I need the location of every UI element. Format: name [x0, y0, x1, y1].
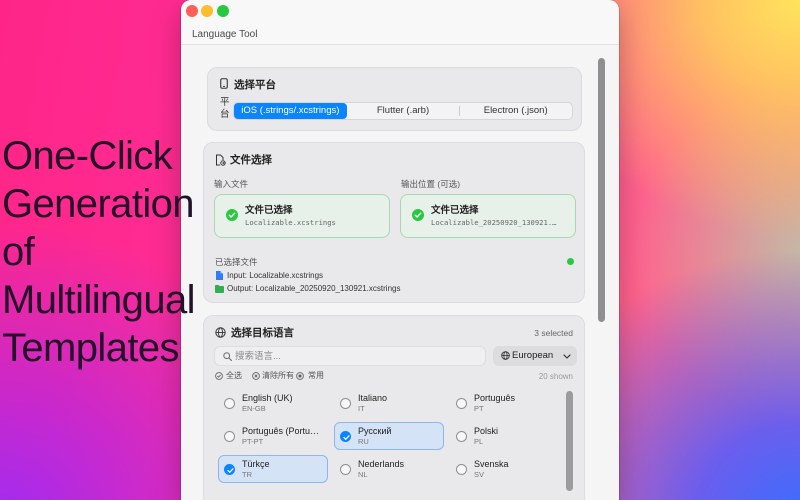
- segment-ios[interactable]: iOS (.strings/.xcstrings): [234, 103, 347, 119]
- check-circle-outline-icon: [215, 372, 223, 380]
- check-circle-icon: [226, 209, 238, 221]
- language-code: PT-PT: [242, 436, 264, 446]
- input-file-label: 输入文件: [214, 179, 249, 189]
- selected-files-label: 已选择文件: [215, 257, 258, 267]
- target-languages-card: 选择目标语言 3 selected European 全选 清除所有: [203, 315, 585, 500]
- hero-line: Generation: [2, 182, 195, 226]
- selected-count: 3 selected: [534, 328, 573, 338]
- language-item[interactable]: English (UK) EN-GB: [218, 389, 328, 417]
- language-item[interactable]: Nederlands NL: [334, 455, 444, 483]
- language-code: PL: [474, 436, 484, 446]
- language-search-box: [214, 346, 486, 366]
- language-name: Türkçe: [242, 458, 270, 469]
- phone-icon: [220, 78, 228, 89]
- globe-icon: [215, 327, 226, 338]
- language-code: RU: [358, 436, 369, 446]
- selected-output-path: Output: Localizable_20250920_130921.xcst…: [227, 284, 401, 293]
- select-all-button[interactable]: 全选: [226, 371, 242, 381]
- selected-input-path: Input: Localizable.xcstrings: [227, 271, 324, 280]
- language-name: Italiano: [358, 392, 388, 403]
- hero-line: Templates: [2, 326, 180, 370]
- platform-title: 选择平台: [234, 79, 276, 91]
- language-item[interactable]: Português (Portu… PT-PT: [218, 422, 328, 450]
- platform-segmented-control: iOS (.strings/.xcstrings) Flutter (.arb)…: [233, 102, 573, 120]
- clear-all-button[interactable]: 清除所有: [262, 371, 294, 381]
- radio-dot-icon: [296, 372, 304, 380]
- hero-line: One-Click: [2, 134, 173, 178]
- input-file-name: Localizable.xcstrings: [245, 218, 336, 227]
- platform-field-label: 平台: [220, 97, 230, 120]
- file-selection-card: 文件选择 输入文件 输出位置 (可选) 文件已选择 Localizable.xc…: [203, 142, 585, 303]
- window-title: Language Tool: [192, 29, 258, 40]
- language-code: TR: [242, 469, 252, 479]
- segment-label: Electron (.json): [483, 105, 548, 116]
- language-checkbox[interactable]: [456, 397, 467, 409]
- folder-icon: [215, 285, 224, 293]
- language-checkbox[interactable]: [224, 463, 235, 475]
- shown-count: 20 shown: [538, 372, 573, 381]
- output-location-picker[interactable]: 文件已选择 Localizable_20250920_130921.…: [400, 194, 576, 238]
- language-checkbox[interactable]: [340, 397, 351, 409]
- language-checkbox[interactable]: [224, 397, 235, 409]
- language-name: Nederlands: [358, 458, 405, 469]
- language-checkbox[interactable]: [456, 430, 467, 442]
- language-name: Svenska: [474, 458, 509, 469]
- close-window-button[interactable]: [186, 5, 198, 17]
- globe-icon: [501, 351, 510, 360]
- language-name: English (UK): [242, 392, 293, 403]
- common-languages-button[interactable]: 常用: [308, 371, 324, 381]
- zoom-window-button[interactable]: [217, 5, 229, 17]
- output-file-name: Localizable_20250920_130921.…: [431, 218, 557, 227]
- language-item[interactable]: Türkçe TR: [218, 455, 328, 483]
- language-code: EN-GB: [242, 403, 266, 413]
- language-code: NL: [358, 469, 368, 479]
- hero-line: of: [2, 230, 35, 274]
- language-checkbox[interactable]: [224, 430, 235, 442]
- output-file-status: 文件已选择: [431, 205, 479, 216]
- hero-line: Multilingual: [2, 278, 196, 322]
- segment-flutter[interactable]: Flutter (.arb): [347, 103, 460, 119]
- search-icon: [223, 352, 232, 361]
- language-checkbox[interactable]: [340, 430, 351, 442]
- language-code: PT: [474, 403, 484, 413]
- region-filter-value: European: [512, 350, 554, 361]
- language-name: Русский: [358, 425, 392, 436]
- language-item[interactable]: Polski PL: [450, 422, 560, 450]
- status-dot: [567, 258, 574, 265]
- segment-label: Flutter (.arb): [376, 105, 430, 116]
- segment-label: iOS (.strings/.xcstrings): [241, 105, 340, 116]
- language-name: Polski: [474, 425, 499, 436]
- input-file-status: 文件已选择: [245, 205, 293, 216]
- file-transfer-icon: [215, 154, 226, 166]
- file-selection-title: 文件选择: [230, 154, 272, 166]
- language-name: Português: [474, 392, 516, 403]
- language-checkbox[interactable]: [340, 463, 351, 475]
- hero-headline: One-Click Generation of Multilingual Tem…: [2, 132, 196, 372]
- x-circle-outline-icon: [252, 372, 260, 380]
- segment-electron[interactable]: Electron (.json): [459, 103, 572, 119]
- language-code: IT: [358, 403, 365, 413]
- app-window: Language Tool 选择平台 平台 iOS (.strings/.xcs…: [181, 0, 619, 500]
- language-item[interactable]: Italiano IT: [334, 389, 444, 417]
- language-code: SV: [474, 469, 485, 479]
- document-icon: [216, 271, 223, 280]
- language-name: Português (Portu…: [242, 425, 320, 436]
- language-item[interactable]: Русский RU: [334, 422, 444, 450]
- platform-card: 选择平台 平台 iOS (.strings/.xcstrings) Flutte…: [207, 67, 582, 131]
- region-filter-dropdown[interactable]: European: [493, 346, 577, 366]
- language-list-scrollbar[interactable]: [566, 391, 573, 491]
- chevron-down-icon: [563, 354, 571, 359]
- language-item[interactable]: Svenska SV: [450, 455, 560, 483]
- check-circle-icon: [412, 209, 424, 221]
- target-languages-title: 选择目标语言: [231, 327, 294, 339]
- input-file-picker[interactable]: 文件已选择 Localizable.xcstrings: [214, 194, 390, 238]
- minimize-window-button[interactable]: [201, 5, 213, 17]
- language-item[interactable]: Português PT: [450, 389, 560, 417]
- language-search-input[interactable]: [235, 347, 480, 365]
- output-location-label: 输出位置 (可选): [401, 179, 461, 189]
- title-bar: Language Tool: [181, 0, 619, 45]
- main-scrollbar[interactable]: [598, 58, 605, 322]
- language-checkbox[interactable]: [456, 463, 467, 475]
